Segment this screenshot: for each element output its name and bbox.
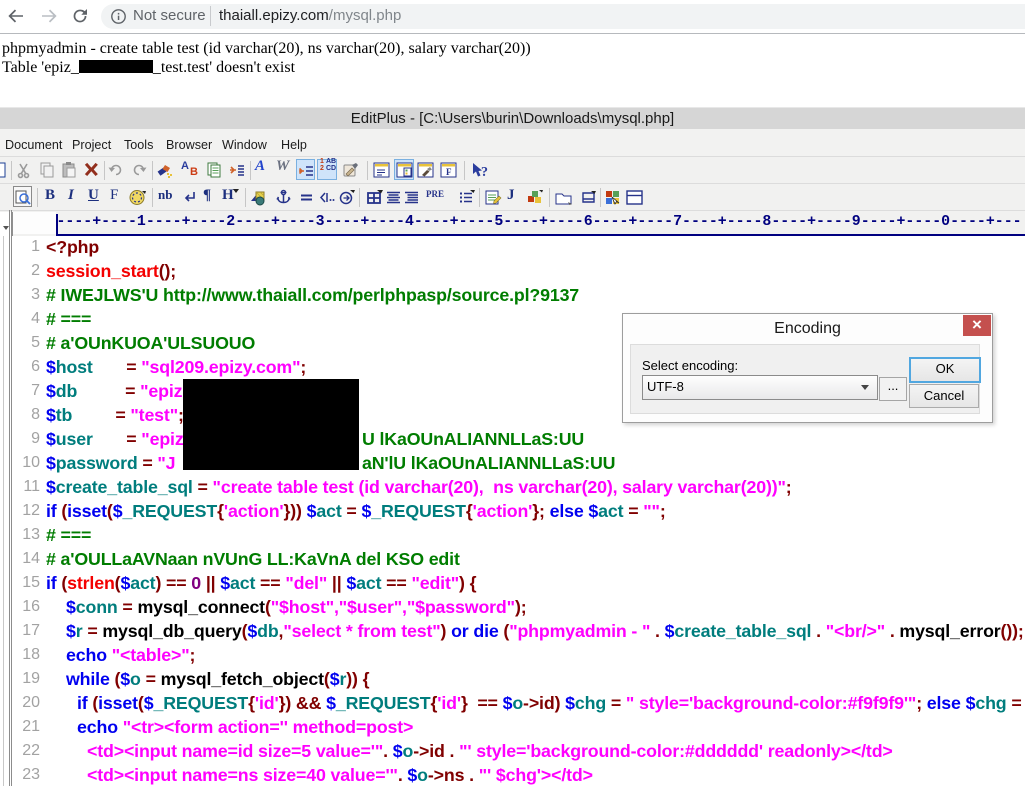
svg-text:F: F <box>446 167 452 177</box>
svg-text:?: ? <box>481 165 488 179</box>
